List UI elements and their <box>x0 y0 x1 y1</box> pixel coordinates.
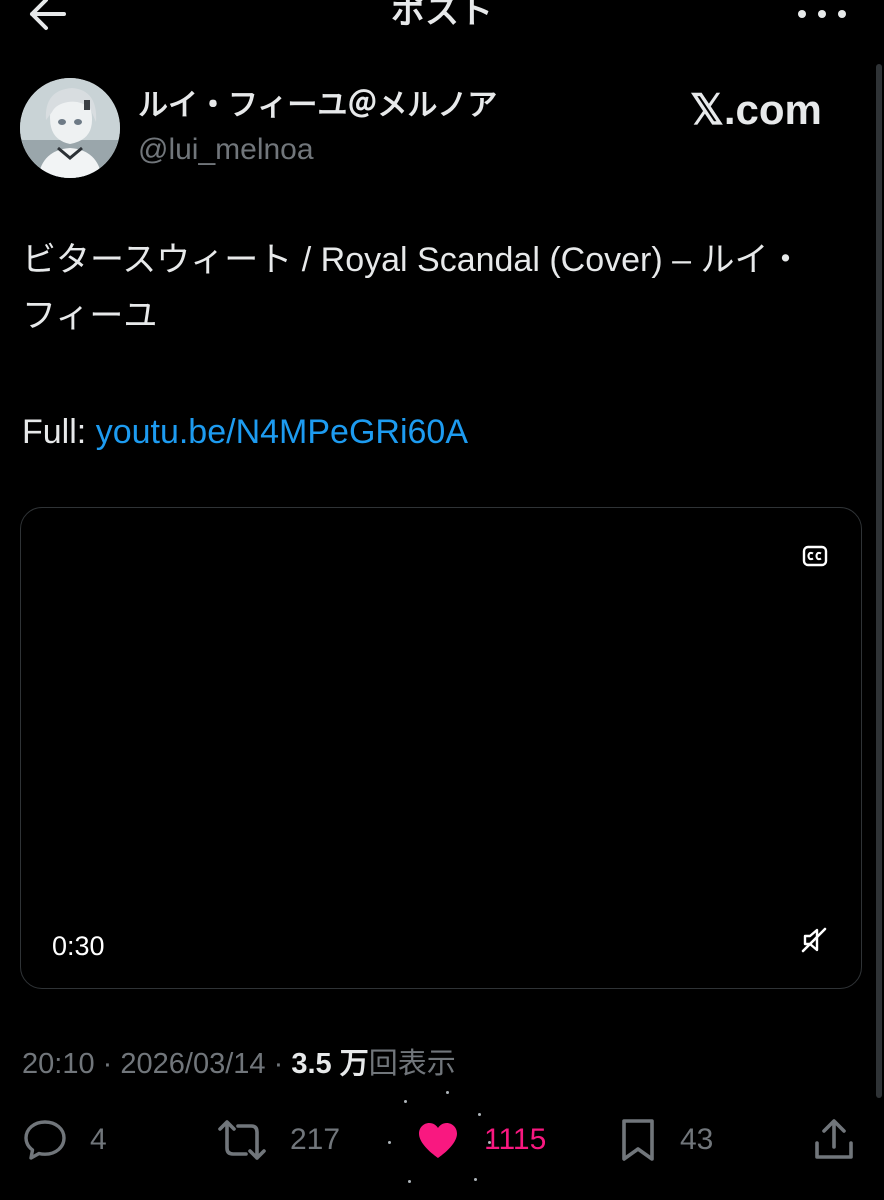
mute-toggle-button[interactable] <box>800 926 828 954</box>
tweet-time: 20:10 <box>22 1048 95 1080</box>
author-display-name[interactable]: ルイ・フィーユ＠メルノア <box>138 84 497 128</box>
bookmark-button[interactable]: 43 <box>618 1114 713 1166</box>
more-options-button[interactable] <box>792 0 852 34</box>
like-sparkle-dot <box>408 1180 411 1183</box>
bookmark-count: 43 <box>680 1123 714 1156</box>
like-sparkle-dot <box>474 1178 477 1181</box>
like-sparkle-dot <box>404 1100 407 1103</box>
views-label: 回表示 <box>368 1048 456 1080</box>
like-sparkle-dot <box>446 1091 449 1094</box>
speaker-muted-icon <box>801 927 827 953</box>
like-count: 1115 <box>484 1123 547 1156</box>
meta-separator: · <box>273 1048 284 1080</box>
tweet-full-line: Full: youtu.be/N4MPeGRi60A <box>22 404 468 460</box>
reply-button[interactable]: 4 <box>22 1114 107 1166</box>
captions-button[interactable] <box>802 545 828 567</box>
reply-icon <box>24 1120 66 1160</box>
tweet-meta: 20:10 · 2026/03/14 · 3.5 万回表示 <box>22 1044 456 1084</box>
share-button[interactable] <box>812 1114 856 1166</box>
video-duration: 0:30 <box>52 931 105 961</box>
avatar-image <box>20 78 120 178</box>
repost-count: 217 <box>290 1123 341 1156</box>
full-label: Full: <box>22 413 96 451</box>
avatar[interactable] <box>20 78 120 178</box>
reply-count: 4 <box>90 1123 107 1156</box>
like-button[interactable]: 1115 <box>416 1114 546 1166</box>
video-player[interactable] <box>20 507 862 989</box>
closed-captions-icon <box>802 545 828 567</box>
tweet-text: ビタースウィート / Royal Scandal (Cover) – ルイ・フィ… <box>22 241 803 335</box>
heart-filled-icon <box>419 1123 457 1158</box>
author-handle[interactable]: @lui_melnoa <box>138 130 314 170</box>
scrollbar[interactable] <box>876 64 882 1098</box>
bookmark-icon <box>622 1119 654 1161</box>
views-count: 3.5 万 <box>291 1048 369 1080</box>
page-title: ポスト <box>391 0 493 32</box>
more-horizontal-icon <box>798 10 846 18</box>
repost-button[interactable]: 217 <box>216 1114 340 1166</box>
share-icon <box>815 1119 853 1159</box>
like-sparkle-dot <box>388 1141 391 1144</box>
meta-separator: · <box>102 1048 113 1080</box>
youtube-link[interactable]: youtu.be/N4MPeGRi60A <box>96 413 468 451</box>
tweet-date: 2026/03/14 <box>120 1048 266 1080</box>
x-com-watermark: 𝕏.com <box>690 86 822 133</box>
repost-icon <box>218 1120 266 1160</box>
